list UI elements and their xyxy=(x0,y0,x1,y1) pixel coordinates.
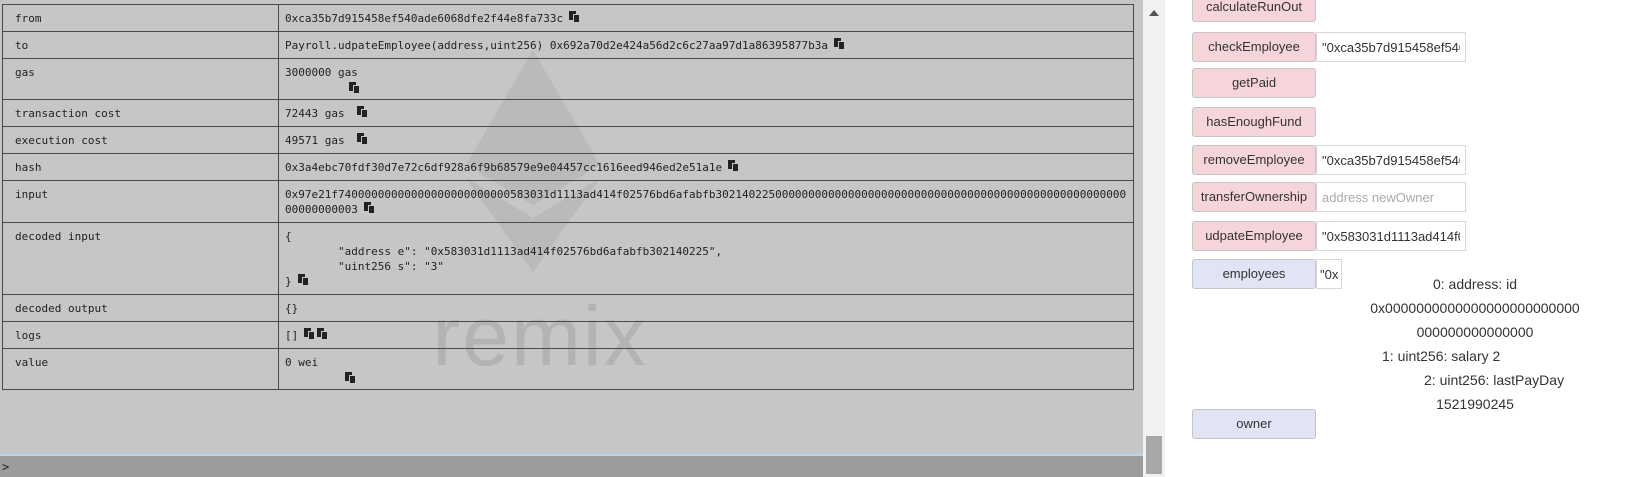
owner-button[interactable]: owner xyxy=(1192,409,1316,439)
row-key: input xyxy=(2,180,279,223)
from-value: 0xca35b7d915458ef540ade6068dfe2f44e8fa73… xyxy=(285,12,564,25)
to-value: Payroll.udpateEmployee(address,uint256) … xyxy=(285,39,829,52)
table-row: transaction cost 72443 gas xyxy=(2,99,1134,127)
copy-icon[interactable] xyxy=(569,11,581,23)
row-key: from xyxy=(2,4,279,32)
copy-icon[interactable] xyxy=(363,202,375,214)
remove-employee-input[interactable] xyxy=(1316,145,1466,175)
result-line: 2: uint256: lastPayDay xyxy=(1424,372,1565,388)
update-employee-button[interactable]: udpateEmployee xyxy=(1192,221,1316,251)
table-row: decoded output {} xyxy=(2,294,1134,322)
result-line: 1: uint256: salary 2 xyxy=(1382,348,1501,364)
table-row: to Payroll.udpateEmployee(address,uint25… xyxy=(2,31,1134,59)
copy-icon[interactable] xyxy=(357,133,369,145)
copy-icon[interactable] xyxy=(357,106,369,118)
get-paid-button[interactable]: getPaid xyxy=(1192,68,1316,98)
copy-icon[interactable] xyxy=(728,160,740,172)
decoded-input-value: { "address e": "0x583031d1113ad414f02576… xyxy=(285,230,723,288)
transaction-details-table: from 0xca35b7d915458ef540ade6068dfe2f44e… xyxy=(2,4,1134,390)
copy-icon[interactable] xyxy=(297,274,309,286)
table-row: gas 3000000 gas xyxy=(2,58,1134,100)
transfer-ownership-input[interactable] xyxy=(1316,182,1466,212)
table-row: logs [] xyxy=(2,321,1134,349)
calculate-run-out-button[interactable]: calculateRunOut xyxy=(1192,0,1316,22)
copy-icon[interactable] xyxy=(304,328,316,340)
table-row: value 0 wei xyxy=(2,348,1134,390)
row-key: logs xyxy=(2,321,279,349)
employees-call-result: 0: address: id 0x00000000000000000000000… xyxy=(1340,272,1610,416)
table-row: execution cost 49571 gas xyxy=(2,126,1134,154)
input-value: 0x97e21f74000000000000000000000000583031… xyxy=(285,188,1127,216)
has-enough-fund-button[interactable]: hasEnoughFund xyxy=(1192,107,1316,137)
transaction-cost-value: 72443 gas xyxy=(285,107,345,120)
logs-value: [] xyxy=(285,329,299,342)
contract-functions-panel: calculateRunOut checkEmployee getPaid ha… xyxy=(1175,0,1643,477)
table-row: from 0xca35b7d915458ef540ade6068dfe2f44e… xyxy=(2,4,1134,32)
remove-employee-button[interactable]: removeEmployee xyxy=(1192,145,1316,175)
copy-icon[interactable] xyxy=(345,372,356,384)
row-key: decoded output xyxy=(2,294,279,322)
employees-button[interactable]: employees xyxy=(1192,259,1316,289)
terminal-panel: remix from 0xca35b7d915458ef540ade6068df… xyxy=(0,0,1143,477)
table-row: hash 0x3a4ebc70fdf30d7e72c6df928a6f9b685… xyxy=(2,153,1134,181)
hash-value: 0x3a4ebc70fdf30d7e72c6df928a6f9b68579e9e… xyxy=(285,161,723,174)
execution-cost-value: 49571 gas xyxy=(285,134,345,147)
value-value: 0 wei xyxy=(285,356,319,369)
decoded-output-value: {} xyxy=(285,302,299,315)
terminal-scrollbar[interactable] xyxy=(1143,0,1165,477)
row-key: hash xyxy=(2,153,279,181)
row-key: gas xyxy=(2,58,279,100)
row-key: execution cost xyxy=(2,126,279,154)
table-row: input 0x97e21f74000000000000000000000000… xyxy=(2,180,1134,223)
row-key: transaction cost xyxy=(2,99,279,127)
console-prompt: > xyxy=(2,460,10,474)
row-key: decoded input xyxy=(2,222,279,295)
employees-input[interactable] xyxy=(1316,259,1342,289)
copy-icon[interactable] xyxy=(317,328,329,340)
row-key: to xyxy=(2,31,279,59)
update-employee-input[interactable] xyxy=(1316,221,1466,251)
scroll-up-arrow-icon[interactable] xyxy=(1149,10,1159,16)
scroll-thumb[interactable] xyxy=(1146,436,1162,474)
check-employee-input[interactable] xyxy=(1316,32,1466,62)
result-line: 0x0000000000000000000000000 xyxy=(1370,300,1580,316)
row-key: value xyxy=(2,348,279,390)
copy-icon[interactable] xyxy=(349,82,360,94)
result-line: 1521990245 xyxy=(1436,396,1514,412)
result-line: 0: address: id xyxy=(1432,276,1518,292)
gas-value: 3000000 gas xyxy=(285,66,358,79)
console-input-bar[interactable]: > xyxy=(0,454,1143,477)
result-line: 000000000000000 xyxy=(1416,324,1534,340)
table-row: decoded input { "address e": "0x583031d1… xyxy=(2,222,1134,295)
check-employee-button[interactable]: checkEmployee xyxy=(1192,32,1316,62)
transfer-ownership-button[interactable]: transferOwnership xyxy=(1192,182,1316,212)
copy-icon[interactable] xyxy=(834,38,846,50)
